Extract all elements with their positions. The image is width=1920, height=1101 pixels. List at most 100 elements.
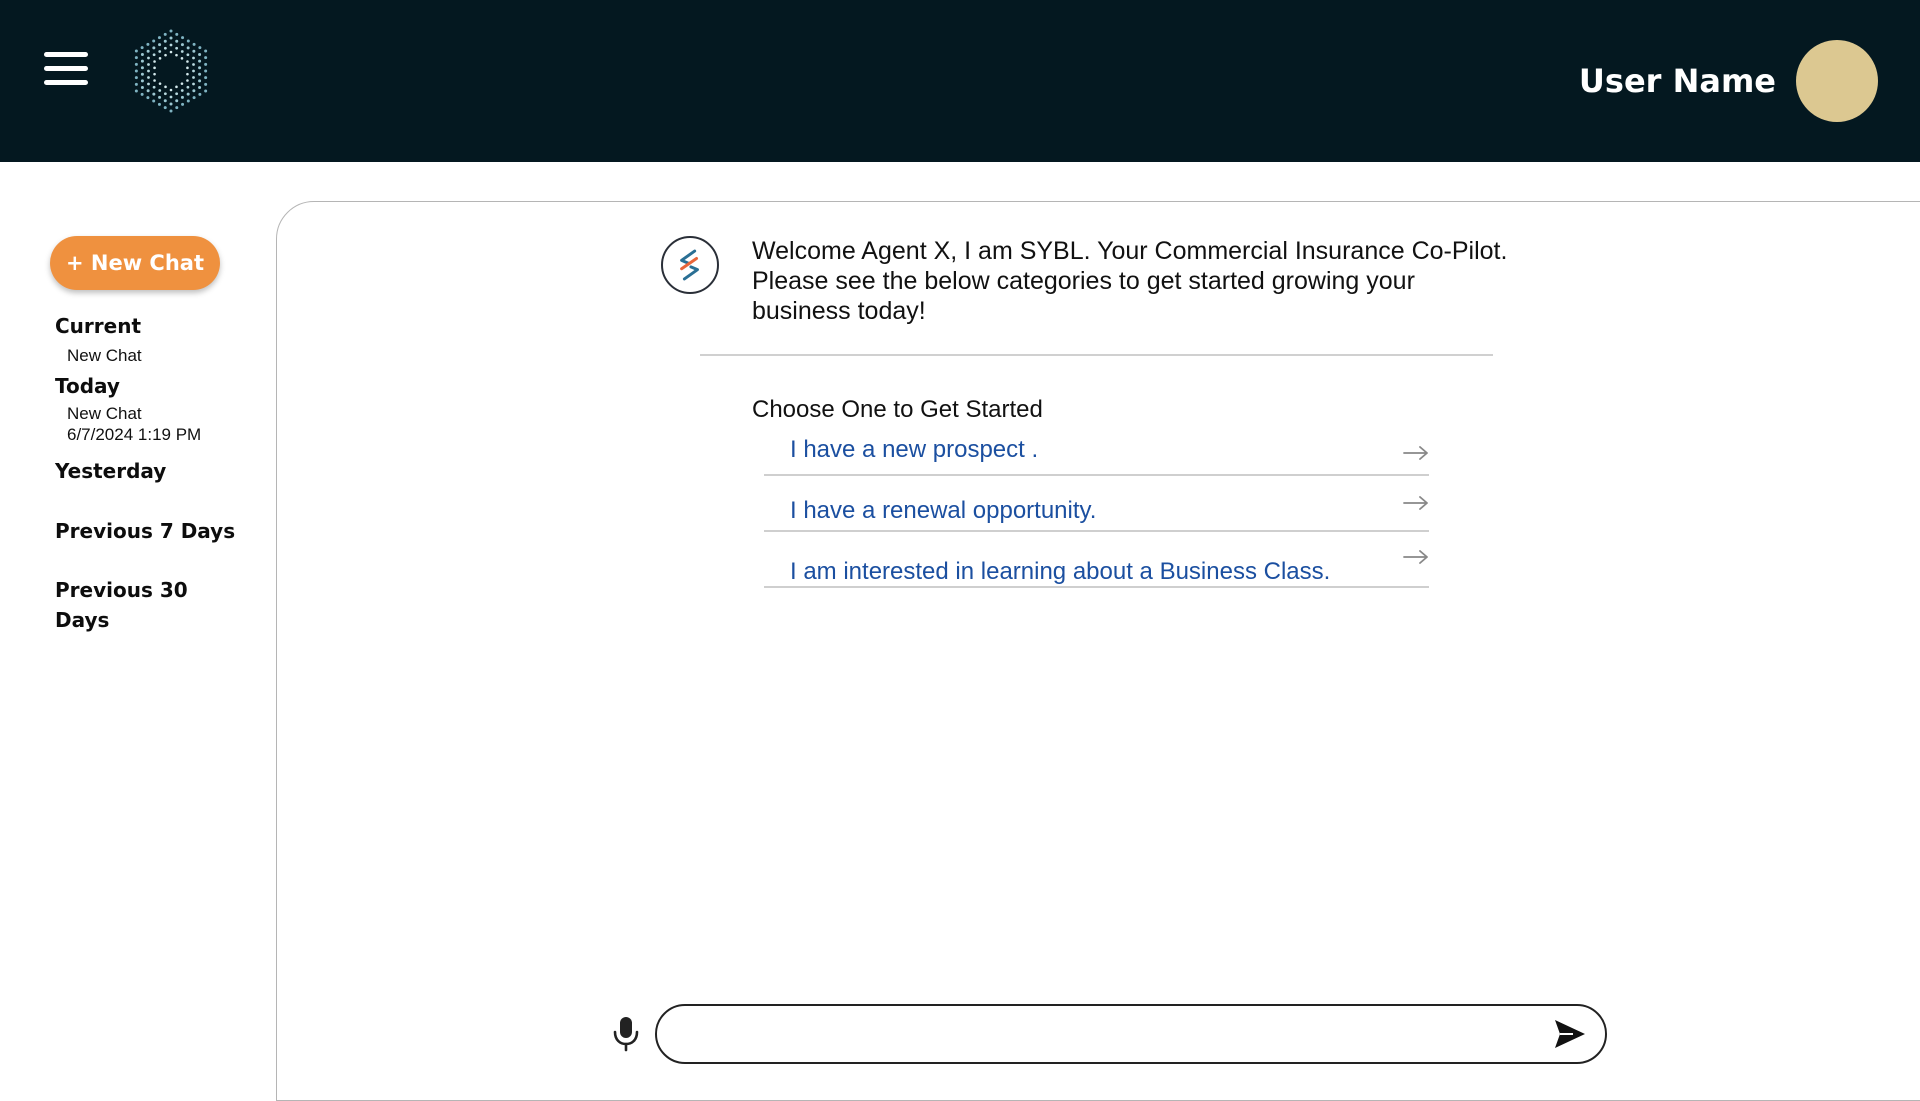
- logo-dot: [163, 32, 167, 36]
- logo-dot: [146, 89, 150, 93]
- logo-dot: [153, 79, 156, 82]
- chat-input[interactable]: [655, 1004, 1607, 1064]
- logo-dot: [140, 79, 144, 83]
- logo-dot: [175, 85, 178, 89]
- logo-dot: [198, 46, 202, 50]
- bot-avatar: [661, 236, 719, 294]
- logo-dot: [204, 49, 208, 53]
- logo-dot: [140, 66, 144, 70]
- logo-dot: [186, 72, 189, 76]
- welcome-line: Please see the below categories to get s…: [752, 267, 1415, 295]
- logo-dot: [163, 46, 167, 50]
- divider: [700, 354, 1493, 356]
- logo-dot: [186, 39, 190, 43]
- logo-dot: [157, 102, 161, 106]
- logo-dot: [169, 109, 173, 113]
- sidebar-item-current-chat[interactable]: New Chat: [67, 345, 142, 366]
- new-chat-button[interactable]: + New Chat: [50, 236, 220, 290]
- logo-dot: [186, 79, 189, 82]
- logo-dot: [198, 72, 202, 76]
- logo-dot: [140, 72, 144, 76]
- chat-title: New Chat: [67, 404, 142, 423]
- logo-dot: [134, 62, 138, 66]
- logo-dot: [152, 39, 156, 43]
- logo-dot: [198, 66, 202, 70]
- logo-dot: [169, 88, 173, 92]
- logo-dot: [175, 53, 178, 57]
- logo-dot: [198, 86, 202, 89]
- logo-dot: [163, 39, 167, 43]
- avatar[interactable]: [1796, 40, 1878, 122]
- logo-dot: [169, 43, 173, 47]
- logo-dot: [204, 62, 208, 66]
- logo-dot: [147, 69, 150, 73]
- logo-dot: [153, 66, 156, 70]
- logo-dot: [180, 57, 184, 60]
- logo-dot: [198, 92, 202, 96]
- logo-dot: [140, 46, 144, 50]
- logo-dot: [186, 92, 190, 96]
- logo-dot: [192, 89, 196, 93]
- logo-dot: [180, 95, 184, 99]
- logo-dot: [158, 57, 162, 60]
- logo-dot: [157, 36, 161, 40]
- sybl-logo-icon: [680, 249, 699, 281]
- logo-dot: [169, 95, 173, 99]
- option-new-prospect[interactable]: I have a new prospect .: [764, 436, 1429, 476]
- chat-timestamp: 6/7/2024 1:19 PM: [67, 425, 202, 444]
- logo-dot: [134, 82, 138, 86]
- logo-dot: [181, 36, 185, 40]
- sidebar-section-previous-30-days[interactable]: Previous 30 Days: [55, 575, 188, 635]
- option-business-class[interactable]: I am interested in learning about a Busi…: [764, 546, 1429, 588]
- logo-dot: [175, 39, 179, 43]
- logo-dot: [192, 56, 195, 60]
- option-label: I have a new prospect .: [790, 436, 1039, 463]
- logo-dot: [169, 102, 173, 106]
- logo-dot: [175, 99, 179, 103]
- logo-dot: [152, 46, 156, 50]
- sidebar-section-today: Today: [55, 374, 120, 398]
- logo-dot: [186, 99, 190, 103]
- section-label-line1: Previous 30: [55, 578, 188, 602]
- send-icon[interactable]: [1553, 1018, 1587, 1050]
- logo-dot: [140, 53, 144, 56]
- logo-dot: [134, 49, 138, 53]
- hamburger-menu-icon[interactable]: [44, 50, 88, 88]
- arrow-right-icon: [1403, 550, 1428, 564]
- logo-dot: [152, 99, 156, 103]
- sidebar-section-yesterday[interactable]: Yesterday: [55, 456, 166, 486]
- logo-dot: [146, 49, 150, 53]
- choose-title: Choose One to Get Started: [752, 396, 1043, 423]
- logo-dot: [163, 99, 167, 103]
- logo-dot: [158, 89, 162, 92]
- logo-dot: [192, 96, 196, 100]
- logo-dot: [164, 85, 167, 89]
- user-name[interactable]: User Name: [1579, 62, 1776, 100]
- option-label: I am interested in learning about a Busi…: [790, 558, 1331, 585]
- option-renewal-opportunity[interactable]: I have a renewal opportunity.: [764, 491, 1429, 532]
- logo-dot: [186, 66, 189, 70]
- microphone-icon[interactable]: [612, 1016, 640, 1052]
- logo-dot: [134, 56, 138, 60]
- logo-dot: [146, 96, 150, 100]
- logo-dot: [146, 42, 150, 46]
- logo-dot: [140, 59, 144, 63]
- logo-dot: [152, 53, 156, 57]
- hexagon-dots-logo[interactable]: [128, 24, 214, 118]
- arrow-right-icon: [1403, 446, 1428, 460]
- logo-dot: [204, 76, 208, 80]
- logo-dot: [147, 82, 150, 86]
- logo-dot: [153, 60, 156, 63]
- logo-dot: [198, 59, 202, 63]
- logo-dot: [180, 82, 184, 85]
- sidebar-item-today-chat[interactable]: New Chat 6/7/2024 1:19 PM: [67, 403, 201, 445]
- top-bar: User Name: [0, 0, 1920, 162]
- logo-dot: [153, 72, 156, 76]
- logo-dot: [134, 69, 138, 73]
- logo-dot: [175, 92, 179, 96]
- logo-dot: [152, 85, 156, 89]
- logo-dot: [180, 50, 184, 53]
- sidebar-section-previous-7-days[interactable]: Previous 7 Days: [55, 516, 235, 546]
- logo-dot: [158, 43, 162, 47]
- welcome-line: business today!: [752, 297, 926, 325]
